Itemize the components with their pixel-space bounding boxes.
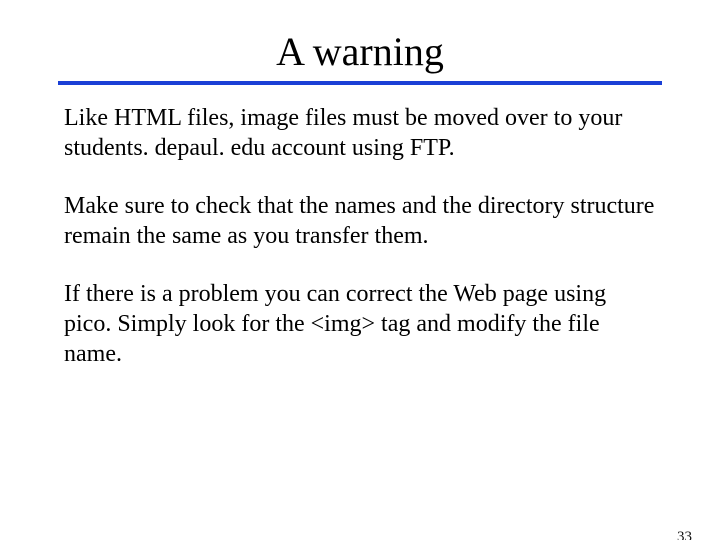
body-paragraph: Make sure to check that the names and th…	[64, 191, 656, 251]
page-number: 33	[677, 529, 692, 540]
slide-title: A warning	[0, 28, 720, 75]
slide: A warning Like HTML files, image files m…	[0, 28, 720, 540]
title-divider	[58, 81, 662, 85]
slide-body: Like HTML files, image files must be mov…	[64, 103, 656, 369]
body-paragraph: Like HTML files, image files must be mov…	[64, 103, 656, 163]
body-paragraph: If there is a problem you can correct th…	[64, 279, 656, 369]
